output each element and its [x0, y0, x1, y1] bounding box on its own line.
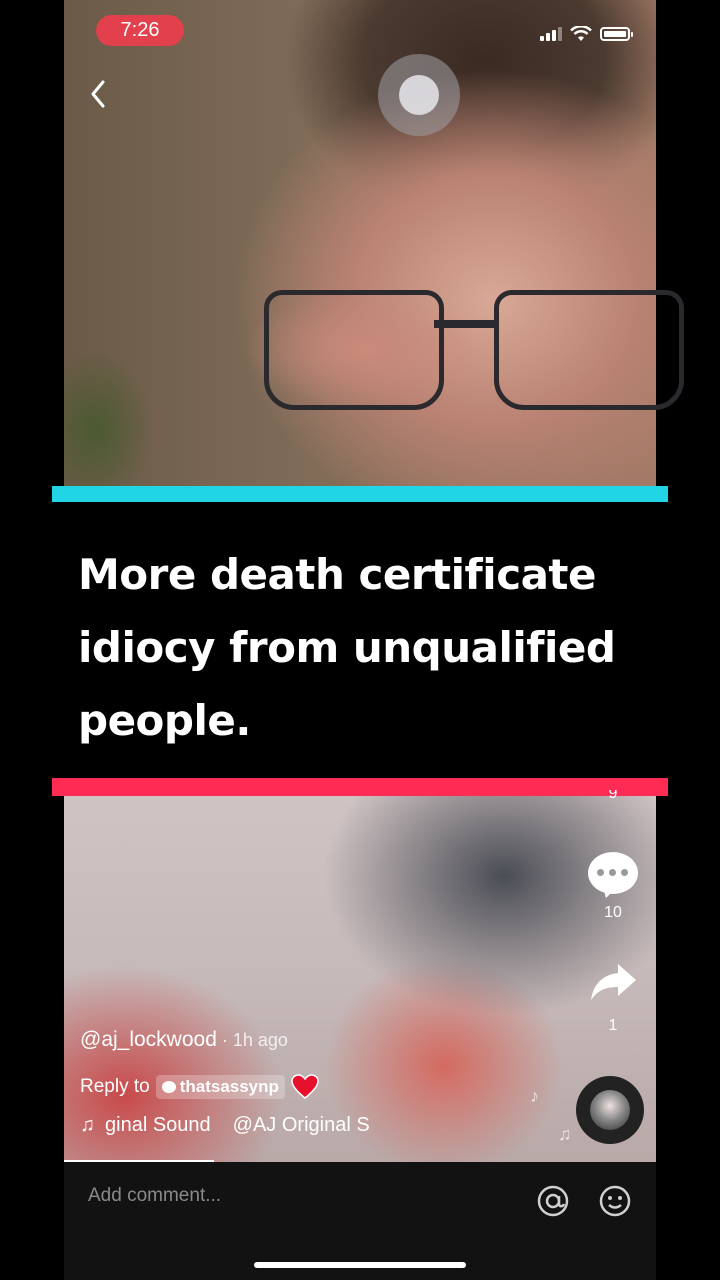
author-line[interactable]: @aj_lockwood · 1h ago [80, 1028, 288, 1052]
action-rail: 9 10 1 [584, 790, 642, 1035]
reply-prefix: Reply to [80, 1076, 150, 1097]
wifi-icon [570, 26, 592, 41]
sound-author: @AJ Original S [232, 1114, 370, 1136]
like-count: 9 [608, 790, 618, 802]
heart-icon [291, 1074, 319, 1099]
comment-bubble-icon[interactable] [588, 852, 638, 901]
comment-chip-icon [161, 1081, 176, 1093]
emoji-icon[interactable] [598, 1184, 632, 1218]
home-indicator[interactable] [254, 1262, 466, 1268]
signal-icon [540, 27, 562, 41]
share-arrow-icon[interactable] [588, 960, 638, 1004]
glasses [264, 290, 684, 410]
comment-input[interactable]: Add comment... [88, 1185, 221, 1207]
caption-top-stripe [52, 486, 668, 502]
back-button[interactable] [80, 74, 116, 114]
sound-title: ginal Sound [105, 1114, 211, 1136]
video-frame-bottom[interactable] [64, 796, 656, 1162]
floating-note-icon: ♪ [530, 1086, 539, 1106]
back-chevron-icon [91, 80, 105, 108]
at-mention-icon[interactable] [536, 1184, 570, 1218]
sound-disc[interactable] [576, 1076, 644, 1144]
status-time: 7:26 [96, 15, 184, 46]
background-plant [64, 340, 154, 486]
record-indicator[interactable] [378, 54, 460, 136]
share-count: 1 [608, 1017, 618, 1034]
music-note-icon: ♫ [80, 1114, 95, 1136]
floating-note-icon: ♫ [558, 1124, 572, 1144]
author-handle[interactable]: @aj_lockwood [80, 1028, 217, 1051]
avatar [590, 1090, 630, 1130]
caption-text: More death certificate idiocy from unqua… [78, 550, 616, 745]
reply-line: Reply to thatsassynp [80, 1074, 319, 1100]
status-icons [540, 26, 633, 42]
comment-count: 10 [604, 904, 622, 921]
post-time: · 1h ago [216, 1030, 288, 1050]
caption-bottom-stripe [52, 778, 668, 796]
video-frame-top[interactable] [64, 0, 684, 486]
reply-user-chip[interactable]: thatsassynp [155, 1075, 285, 1099]
sound-row[interactable]: ♫ ginal Sound @AJ Original S [80, 1114, 380, 1137]
reply-user: thatsassynp [179, 1077, 279, 1096]
caption-box: More death certificate idiocy from unqua… [52, 502, 668, 778]
battery-icon [600, 27, 633, 41]
